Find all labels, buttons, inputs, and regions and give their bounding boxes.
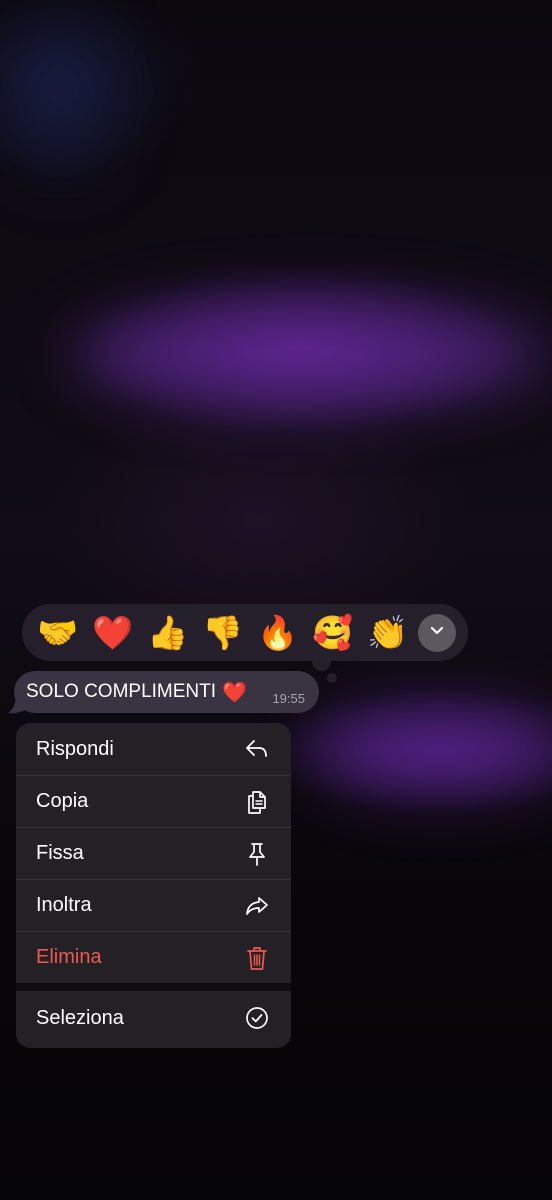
message-context-menu: Rispondi Copia Fissa Inoltra Elimina Sel… <box>16 723 291 1048</box>
reaction-bar-tail <box>312 652 331 671</box>
reaction-bar: 🤝 ❤️ 👍 👎 🔥 🥰 👏 <box>22 604 468 661</box>
message-text: SOLO COMPLIMENTI <box>26 681 217 702</box>
menu-item-label: Fissa <box>36 842 84 864</box>
copy-icon <box>243 788 271 816</box>
menu-item-forward[interactable]: Inoltra <box>16 879 291 931</box>
menu-item-label: Copia <box>36 790 89 812</box>
background-glow <box>70 300 550 410</box>
forward-icon <box>243 892 271 920</box>
reaction-thumbs-up[interactable]: 👍 <box>140 611 195 655</box>
pin-icon <box>243 840 271 868</box>
menu-item-label: Rispondi <box>36 737 114 760</box>
menu-item-label: Inoltra <box>36 894 92 916</box>
menu-item-delete[interactable]: Elimina <box>16 931 291 983</box>
menu-item-label: Elimina <box>36 946 102 968</box>
menu-separator <box>16 983 291 991</box>
menu-item-reply[interactable]: Rispondi <box>16 723 291 775</box>
message-heart-emoji: ❤️ <box>222 681 247 704</box>
reaction-bar-tail <box>327 673 337 683</box>
chevron-down-icon <box>428 621 446 644</box>
checkmark-circle-icon <box>243 1004 271 1032</box>
reaction-clapping-hands[interactable]: 👏 <box>360 611 415 655</box>
reaction-handshake[interactable]: 🤝 <box>30 611 85 655</box>
message-timestamp: 19:55 <box>272 691 305 706</box>
trash-icon <box>243 944 271 972</box>
reaction-fire[interactable]: 🔥 <box>250 611 305 655</box>
reaction-red-heart[interactable]: ❤️ <box>85 611 140 655</box>
menu-item-label: Seleziona <box>36 1006 124 1029</box>
background-glow <box>0 20 120 180</box>
reply-icon <box>243 735 271 763</box>
menu-item-select[interactable]: Seleziona <box>16 991 291 1045</box>
menu-item-pin[interactable]: Fissa <box>16 827 291 879</box>
message-bubble[interactable]: SOLO COMPLIMENTI ❤️ 19:55 <box>14 671 319 713</box>
expand-reactions-button[interactable] <box>418 613 456 652</box>
background-glow <box>310 705 552 795</box>
reaction-smiling-face-with-hearts[interactable]: 🥰 <box>305 611 360 655</box>
menu-item-copy[interactable]: Copia <box>16 775 291 827</box>
reaction-thumbs-down[interactable]: 👎 <box>195 611 250 655</box>
